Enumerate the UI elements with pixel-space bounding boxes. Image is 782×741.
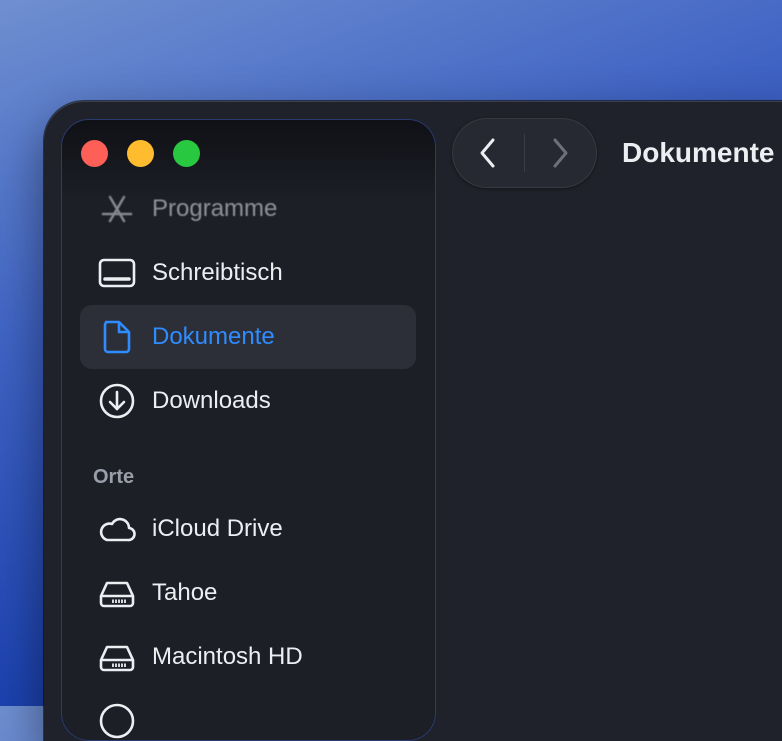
chevron-left-icon [480,138,495,168]
close-button[interactable] [81,140,108,167]
sidebar-item-label: Programme [152,195,278,222]
drive-icon [98,574,136,612]
sidebar-item-label: Downloads [152,387,271,414]
minimize-button[interactable] [127,140,154,167]
sidebar-item-dokumente[interactable]: Dokumente [80,305,416,369]
navigation-buttons [452,118,597,188]
download-icon [98,382,136,420]
drive-icon [98,638,136,676]
sidebar-item-label: Macintosh HD [152,643,303,670]
section-header-orte: Orte [93,466,135,488]
traffic-lights [81,140,200,167]
sidebar-item-label: iCloud Drive [152,515,283,542]
finder-window: Programme Schreibtisch Dokumente Downloa… [44,101,782,741]
back-button[interactable] [452,118,524,188]
sidebar-item-programme[interactable]: Programme [80,177,416,241]
document-icon [98,318,136,356]
sidebar-item-label: Dokumente [152,323,275,350]
sidebar-item-tahoe[interactable]: Tahoe [80,561,416,625]
sidebar-item-partial[interactable] [80,689,416,740]
window-title: Dokumente [622,137,775,168]
sidebar-item-label: Tahoe [152,579,218,606]
sidebar-item-macintosh-hd[interactable]: Macintosh HD [80,625,416,689]
forward-button[interactable] [524,118,596,188]
sidebar-item-label: Schreibtisch [152,259,283,286]
apps-icon [98,190,136,228]
zoom-button[interactable] [173,140,200,167]
sidebar-item-downloads[interactable]: Downloads [80,369,416,433]
sidebar: Programme Schreibtisch Dokumente Downloa… [61,119,436,741]
network-icon [98,702,136,740]
sidebar-item-schreibtisch[interactable]: Schreibtisch [80,241,416,305]
desktop-icon [98,254,136,292]
sidebar-item-icloud-drive[interactable]: iCloud Drive [80,497,416,561]
cloud-icon [98,510,136,548]
chevron-right-icon [553,138,568,168]
